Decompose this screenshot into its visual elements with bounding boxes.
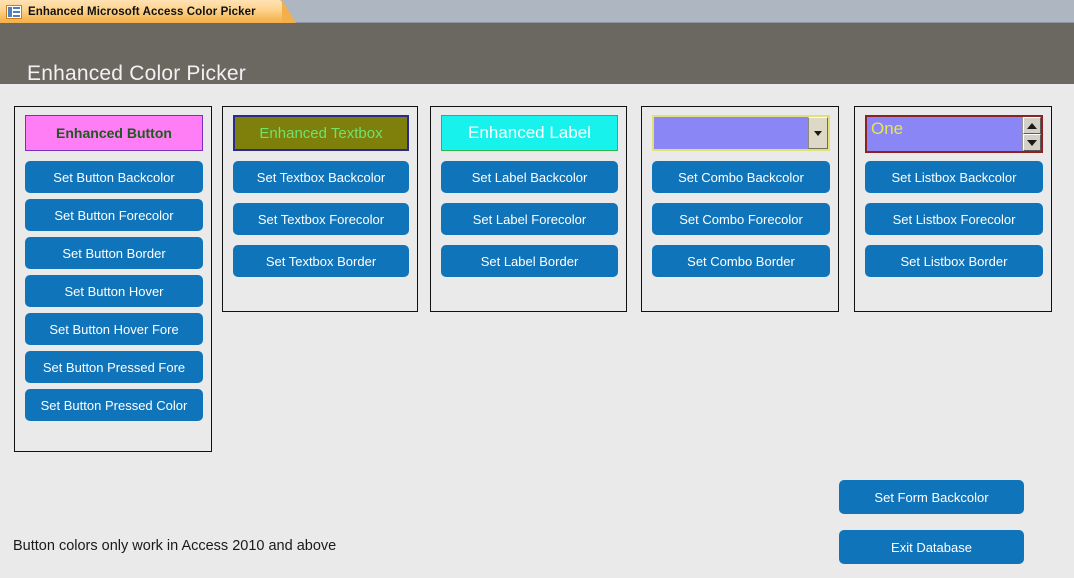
document-tab-label: Enhanced Microsoft Access Color Picker (28, 6, 256, 18)
set-button-hover-button[interactable]: Set Button Hover (25, 275, 203, 307)
exit-database-button[interactable]: Exit Database (839, 530, 1024, 564)
panel-listbox: One Set Listbox Backcolor Set Listbox Fo… (854, 106, 1052, 312)
set-combo-forecolor-button[interactable]: Set Combo Forecolor (652, 203, 830, 235)
application-window: Enhanced Microsoft Access Color Picker E… (0, 0, 1074, 578)
access-form-icon (6, 5, 22, 19)
set-textbox-backcolor-button[interactable]: Set Textbox Backcolor (233, 161, 409, 193)
set-form-backcolor-button[interactable]: Set Form Backcolor (839, 480, 1024, 514)
sample-textbox[interactable]: Enhanced Textbox (233, 115, 409, 151)
sample-listbox[interactable]: One (865, 115, 1043, 153)
set-listbox-border-button[interactable]: Set Listbox Border (865, 245, 1043, 277)
set-button-forecolor-button[interactable]: Set Button Forecolor (25, 199, 203, 231)
set-button-hover-fore-button[interactable]: Set Button Hover Fore (25, 313, 203, 345)
footer-note: Button colors only work in Access 2010 a… (13, 538, 336, 554)
page-title: Enhanced Color Picker (27, 63, 246, 84)
panel-textbox: Enhanced Textbox Set Textbox Backcolor S… (222, 106, 418, 312)
set-label-forecolor-button[interactable]: Set Label Forecolor (441, 203, 618, 235)
set-combo-backcolor-button[interactable]: Set Combo Backcolor (652, 161, 830, 193)
sample-label: Enhanced Label (441, 115, 618, 151)
set-button-border-button[interactable]: Set Button Border (25, 237, 203, 269)
listbox-scrollbar[interactable] (1022, 117, 1041, 151)
chevron-down-icon[interactable] (808, 117, 828, 149)
sample-combobox[interactable] (652, 115, 830, 151)
set-textbox-border-button[interactable]: Set Textbox Border (233, 245, 409, 277)
triangle-down-icon[interactable] (1023, 134, 1041, 151)
set-combo-border-button[interactable]: Set Combo Border (652, 245, 830, 277)
panel-label: Enhanced Label Set Label Backcolor Set L… (430, 106, 627, 312)
set-listbox-forecolor-button[interactable]: Set Listbox Forecolor (865, 203, 1043, 235)
listbox-item-one[interactable]: One (871, 119, 903, 139)
set-listbox-backcolor-button[interactable]: Set Listbox Backcolor (865, 161, 1043, 193)
document-tab-strip: Enhanced Microsoft Access Color Picker (0, 0, 1074, 23)
panel-button: Enhanced Button Set Button Backcolor Set… (14, 106, 212, 452)
set-textbox-forecolor-button[interactable]: Set Textbox Forecolor (233, 203, 409, 235)
document-tab-color-picker[interactable]: Enhanced Microsoft Access Color Picker (0, 0, 282, 23)
form-header: Enhanced Color Picker (0, 23, 1074, 84)
sample-button[interactable]: Enhanced Button (25, 115, 203, 151)
set-label-backcolor-button[interactable]: Set Label Backcolor (441, 161, 618, 193)
set-label-border-button[interactable]: Set Label Border (441, 245, 618, 277)
panel-combo: Set Combo Backcolor Set Combo Forecolor … (641, 106, 839, 312)
set-button-pressed-fore-button[interactable]: Set Button Pressed Fore (25, 351, 203, 383)
set-button-pressed-color-button[interactable]: Set Button Pressed Color (25, 389, 203, 421)
set-button-backcolor-button[interactable]: Set Button Backcolor (25, 161, 203, 193)
triangle-up-icon[interactable] (1023, 117, 1041, 134)
